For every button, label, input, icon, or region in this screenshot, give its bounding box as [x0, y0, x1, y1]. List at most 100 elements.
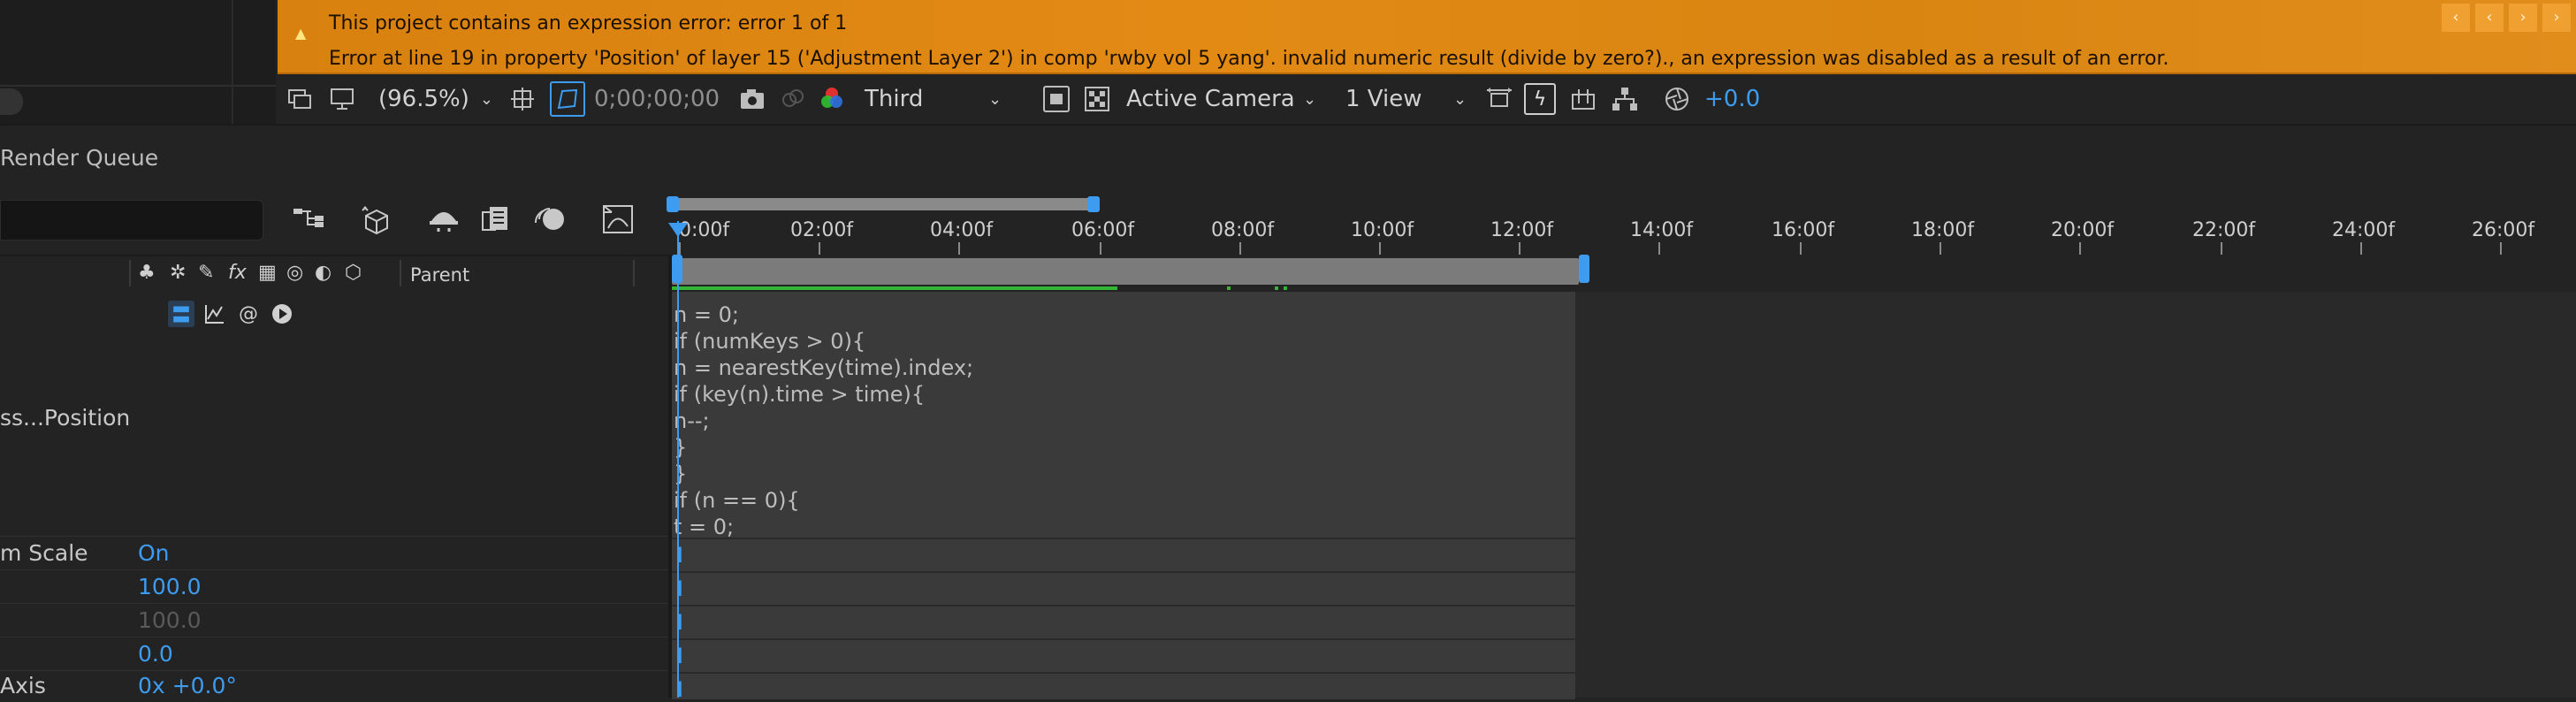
ruler-tick-mark: [1519, 242, 1520, 255]
camera-snapshot-icon[interactable]: [739, 74, 766, 124]
error-summary: This project contains an expression erro…: [329, 12, 848, 34]
work-area-start-handle[interactable]: [667, 196, 679, 212]
grid-guides-icon[interactable]: [509, 74, 536, 124]
pixel-aspect-icon[interactable]: [1485, 74, 1513, 124]
ruler-tick: 04:00f: [930, 219, 994, 241]
panel-tab-row: Render Queue: [0, 124, 2576, 196]
ruler-tick: 08:00f: [1211, 219, 1275, 241]
code-line: if (numKeys > 0){: [674, 329, 866, 354]
draft-3d-icon[interactable]: [359, 203, 394, 246]
layer-switches-header: ♣ ✲ ✎ fx ▦ ◎ ◐ ⬡ Parent: [0, 255, 672, 294]
exposure-value[interactable]: +0.0: [1704, 74, 1760, 124]
exposure-reset-icon[interactable]: [1664, 74, 1690, 124]
fast-previews-icon[interactable]: ϟ: [1524, 74, 1556, 124]
quality-switch-icon[interactable]: ✎: [198, 262, 214, 284]
expression-text-row[interactable]: I: [672, 605, 1575, 638]
chevron-down-icon: ⌄: [1303, 89, 1317, 109]
timeline-empty-area: [1575, 292, 2576, 698]
motion-blur-icon[interactable]: [532, 203, 568, 242]
code-line: }: [674, 462, 688, 486]
show-snapshot-icon[interactable]: [780, 74, 806, 124]
monitor-icon[interactable]: [329, 74, 355, 124]
first-error-button[interactable]: ‹: [2442, 4, 2470, 32]
timeline-icon[interactable]: [1570, 74, 1597, 124]
parent-column-header[interactable]: Parent: [410, 264, 469, 286]
error-detail: Error at line 19 in property 'Position' …: [329, 48, 2169, 70]
layer-out-point-handle[interactable]: [1579, 255, 1589, 283]
column-separator: [129, 260, 131, 286]
expression-text-row[interactable]: I: [672, 638, 1575, 672]
3d-layer-switch-icon[interactable]: ⬡: [345, 262, 362, 284]
current-time-indicator[interactable]: [677, 221, 679, 698]
property-value[interactable]: On: [138, 540, 170, 566]
scrollbar-thumb[interactable]: [0, 88, 23, 115]
column-separator: [633, 260, 635, 286]
mask-path-icon[interactable]: [550, 74, 585, 124]
last-error-button[interactable]: ›: [2542, 4, 2571, 32]
ruler-tick-mark: [2500, 242, 2502, 255]
collapse-switch-icon[interactable]: ✲: [170, 262, 186, 284]
expression-text-row[interactable]: I: [672, 672, 1575, 702]
property-row[interactable]: 0.0: [0, 637, 668, 671]
shy-switch-icon[interactable]: ♣: [138, 262, 156, 284]
layer-duration-bar[interactable]: [672, 258, 1579, 285]
property-row[interactable]: 100.0: [0, 569, 668, 604]
code-line: if (key(n).time > time){: [674, 382, 926, 407]
camera-value: Active Camera: [1126, 86, 1295, 112]
composition-flowchart-icon[interactable]: [292, 203, 329, 242]
render-cache-indicator: [672, 286, 1117, 290]
property-row-position[interactable]: ss...Position: [0, 292, 668, 536]
ruler-tick-mark: [1658, 242, 1660, 255]
chevron-down-icon: ⌄: [1453, 89, 1467, 109]
property-value[interactable]: 0.0: [138, 641, 173, 667]
always-preview-icon[interactable]: [286, 74, 313, 124]
property-name: ss...Position: [0, 405, 131, 431]
property-row-scale[interactable]: m Scale On: [0, 536, 668, 570]
cache-marker: [1227, 286, 1231, 290]
adjustment-switch-icon[interactable]: ◐: [315, 262, 332, 284]
channel-rgb-icon[interactable]: [819, 74, 845, 124]
property-value-disabled: 100.0: [138, 607, 202, 633]
expression-text-row[interactable]: I: [672, 571, 1575, 605]
expression-editor[interactable]: n = 0; if (numKeys > 0){ n = nearestKey(…: [672, 292, 1575, 539]
resolution-dropdown[interactable]: Third ⌄: [865, 74, 1002, 124]
ruler-tick: 20:00f: [2051, 219, 2115, 241]
code-line: t = 0;: [674, 515, 735, 539]
transparency-grid-icon[interactable]: [1084, 74, 1110, 124]
viewer-toolbar: (96.5%) ⌄ 0;00;00;00 Third ⌄ Active Came…: [278, 74, 2576, 124]
view-layout-dropdown[interactable]: 1 View ⌄: [1345, 74, 1467, 124]
camera-view-dropdown[interactable]: Active Camera ⌄: [1126, 74, 1316, 124]
property-row[interactable]: 100.0: [0, 603, 668, 637]
ruler-tick-mark: [1379, 242, 1381, 255]
ruler-tick-mark: [679, 242, 681, 255]
graph-editor-icon[interactable]: [601, 203, 635, 242]
ruler-tick-mark: [2221, 242, 2222, 255]
motion-blur-switch-icon[interactable]: ◎: [286, 262, 303, 284]
frame-blending-icon[interactable]: [479, 203, 513, 242]
layer-search-input[interactable]: [0, 200, 263, 240]
next-error-button[interactable]: ›: [2509, 4, 2537, 32]
shy-layers-icon[interactable]: [426, 203, 461, 242]
ruler-tick-mark: [2079, 242, 2081, 255]
expression-text-row[interactable]: I: [672, 538, 1575, 571]
zoom-dropdown[interactable]: (96.5%) ⌄: [378, 74, 493, 124]
playhead-handle-icon[interactable]: [668, 223, 688, 237]
code-line: n = 0;: [674, 302, 739, 327]
time-ruler[interactable]: 0:00f 02:00f 04:00f 06:00f 08:00f 10:00f…: [667, 195, 2576, 255]
ruler-tick: 22:00f: [2192, 219, 2256, 241]
timecode-value: 0;00;00;00: [594, 86, 720, 112]
prev-error-button[interactable]: ‹: [2475, 4, 2504, 32]
work-area-end-handle[interactable]: [1087, 196, 1100, 212]
current-time-field[interactable]: 0;00;00;00: [594, 74, 720, 124]
property-row-axis[interactable]: Axis 0x +0.0°: [0, 670, 668, 698]
ruler-tick: 12:00f: [1490, 219, 1554, 241]
region-of-interest-icon[interactable]: [1043, 74, 1070, 124]
flowchart-icon[interactable]: [1611, 74, 1639, 124]
property-value[interactable]: 100.0: [138, 574, 202, 599]
work-area-bar[interactable]: [675, 198, 1094, 210]
property-value[interactable]: 0x +0.0°: [138, 673, 237, 698]
effects-switch-icon[interactable]: fx: [228, 262, 247, 284]
render-queue-tab[interactable]: Render Queue: [0, 145, 158, 171]
resolution-value: Third: [865, 86, 924, 112]
frame-blend-switch-icon[interactable]: ▦: [258, 262, 277, 284]
